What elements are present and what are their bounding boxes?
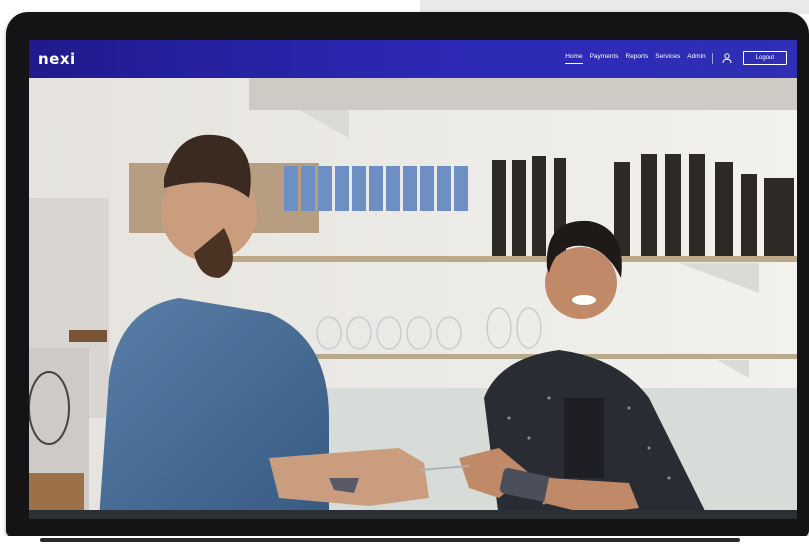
nexi-logo[interactable]: nexi: [38, 50, 76, 68]
nav-home[interactable]: Home: [565, 53, 583, 64]
nav-admin[interactable]: Admin: [687, 53, 705, 63]
main-nav: Home Payments Reports Services Admin Log…: [558, 51, 787, 65]
nav-services[interactable]: Services: [655, 53, 680, 63]
logout-button[interactable]: Logout: [742, 51, 787, 65]
laptop-base-edge: [40, 538, 740, 542]
nav-reports[interactable]: Reports: [626, 53, 649, 63]
user-icon[interactable]: [721, 52, 733, 64]
nav-divider: [711, 52, 713, 64]
cafe-payment-photo: [29, 78, 797, 519]
top-navigation-bar: nexi Home Payments Reports Services Admi…: [29, 40, 797, 78]
laptop-screen: nexi Home Payments Reports Services Admi…: [29, 40, 797, 519]
nav-payments[interactable]: Payments: [590, 53, 619, 63]
